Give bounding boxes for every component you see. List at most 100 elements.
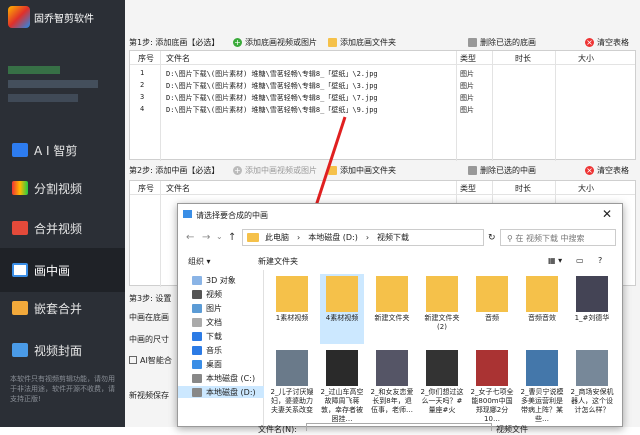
- delete-icon: [468, 165, 477, 175]
- file-item[interactable]: 2_过山车高空故障周飞蒋敦，幸存者被困挂…: [320, 348, 364, 428]
- tree-item-pictures[interactable]: 图片: [192, 302, 222, 314]
- close-icon[interactable]: ✕: [602, 207, 612, 221]
- path-breadcrumb[interactable]: 此电脑 › 本地磁盘 (D:) › 视频下载: [242, 229, 484, 246]
- video-thumbnail-icon: [576, 350, 608, 386]
- sidebar-item-label: 视频封面: [34, 343, 83, 358]
- table-header: 序号 文件名 类型 时长 大小: [130, 181, 635, 195]
- tree-item-videos[interactable]: 视频: [192, 288, 222, 300]
- add-bottom-video-button[interactable]: + 添加底画视频或图片: [233, 35, 317, 49]
- file-item[interactable]: 1_#刘德华: [570, 274, 614, 344]
- folder-icon: [326, 276, 358, 312]
- dialog-app-icon: [183, 210, 192, 218]
- blurred-info: [8, 66, 60, 74]
- video-thumbnail-icon: [526, 350, 558, 386]
- nest-icon: [12, 301, 28, 315]
- sidebar-item-nest[interactable]: 嵌套合并: [0, 286, 125, 330]
- table-row[interactable]: 4 D:\图片下载\(图片素材) 堆糖\雪茗轻畅\专辑8_「壁纸」\9.jpg 图片: [130, 104, 635, 115]
- up-icon[interactable]: ↑: [228, 232, 236, 243]
- video-thumbnail-icon: [376, 350, 408, 386]
- checkbox-icon: [129, 356, 137, 364]
- file-item[interactable]: 音频音效: [520, 274, 564, 344]
- video-icon: [192, 289, 202, 299]
- tree-item-drive-c[interactable]: 本地磁盘 (C:): [192, 372, 255, 384]
- organize-menu[interactable]: 组织 ▾: [188, 256, 211, 267]
- clear-table-button[interactable]: × 清空表格: [585, 35, 629, 49]
- ai-icon: [12, 143, 28, 157]
- search-input[interactable]: ⚲ 在 视频下载 中搜索: [500, 229, 616, 246]
- tree-item-drive-d[interactable]: 本地磁盘 (D:): [178, 386, 264, 398]
- sidebar-item-label: 画中画: [34, 263, 71, 278]
- tree-item-documents[interactable]: 文档: [192, 316, 222, 328]
- step3-label: 第3步: 设置: [129, 294, 172, 303]
- blurred-info: [8, 94, 78, 102]
- sidebar-item-label: A I 智剪: [34, 143, 78, 158]
- folder-icon: [476, 276, 508, 312]
- chevron-down-icon[interactable]: ⌄: [216, 232, 223, 241]
- sidebar-item-label: 嵌套合并: [34, 301, 83, 316]
- folder-icon: [526, 276, 558, 312]
- file-item[interactable]: 2_商场安保机器人，这个设计怎么样？: [570, 348, 614, 428]
- desktop-icon: [192, 359, 202, 369]
- new-folder-button[interactable]: 新建文件夹: [258, 256, 298, 267]
- delete-bottom-button[interactable]: 删除已选的底画: [468, 35, 536, 49]
- file-item[interactable]: 新建文件夹: [370, 274, 414, 344]
- preview-pane-icon[interactable]: ▭: [576, 256, 584, 265]
- table-row[interactable]: 1 D:\图片下载\(图片素材) 堆糖\雪茗轻畅\专辑8_「壁纸」\2.jpg 图片: [130, 68, 635, 79]
- filename-input[interactable]: [306, 423, 492, 431]
- sidebar: 固乔智剪软件 A I 智剪 分割视频 合并视频 画中画 嵌套合并 视频封面 本软…: [0, 0, 125, 427]
- help-icon[interactable]: ?: [598, 256, 602, 265]
- file-item[interactable]: 2_女子七项全能800m中国郑现娜2分10…: [470, 348, 514, 428]
- folder-icon: [376, 276, 408, 312]
- folder-icon: [247, 233, 259, 242]
- file-item[interactable]: 新建文件夹 (2): [420, 274, 464, 344]
- video-thumbnail-icon: [426, 350, 458, 386]
- tree-item-music[interactable]: 音乐: [192, 344, 222, 356]
- table-row[interactable]: 3 D:\图片下载\(图片素材) 堆糖\雪茗轻畅\专辑8_「壁纸」\7.jpg 图片: [130, 92, 635, 103]
- video-thumbnail-icon: [576, 276, 608, 312]
- filetype-select[interactable]: 视频文件: [496, 424, 528, 435]
- delete-mid-button[interactable]: 删除已选的中画: [468, 163, 536, 177]
- view-options-icon[interactable]: ▦ ▾: [548, 256, 562, 265]
- pip-position-label: 中画在底画: [129, 313, 169, 322]
- cover-icon: [12, 343, 28, 357]
- add-bottom-folder-button[interactable]: 添加底画文件夹: [328, 35, 396, 49]
- sidebar-item-merge[interactable]: 合并视频: [0, 206, 125, 250]
- file-item[interactable]: 2_你们想过这么一天吗？#量座#火: [420, 348, 464, 428]
- video-thumbnail-icon: [476, 350, 508, 386]
- drive-icon: [192, 373, 202, 383]
- folder-icon: [328, 37, 337, 47]
- sidebar-item-cover[interactable]: 视频封面: [0, 328, 125, 372]
- file-grid: 1素材视频 4素材视频 新建文件夹 新建文件夹 (2) 音频 音频音效 1_#刘…: [270, 274, 620, 428]
- sidebar-item-split[interactable]: 分割视频: [0, 166, 125, 210]
- table-row[interactable]: 2 D:\图片下载\(图片素材) 堆糖\雪茗轻畅\专辑8_「壁纸」\3.jpg 图片: [130, 80, 635, 91]
- music-icon: [192, 345, 202, 355]
- app-title: 固乔智剪软件: [34, 14, 94, 25]
- file-item[interactable]: 音频: [470, 274, 514, 344]
- file-item[interactable]: 2_和女友恋爱长到8年，退伍事，老师…: [370, 348, 414, 428]
- address-bar: ← → ⌄ ↑ 此电脑 › 本地磁盘 (D:) › 视频下载 ↻ ⚲ 在 视频下载 …: [178, 226, 624, 248]
- file-item[interactable]: 1素材视频: [270, 274, 314, 344]
- filename-row: 文件名(N): 视频文件: [178, 423, 624, 435]
- ai-checkbox[interactable]: AI智能合: [129, 355, 172, 366]
- plus-icon: +: [233, 37, 242, 47]
- merge-icon: [12, 221, 28, 235]
- file-item[interactable]: 2_儿子讨厌嫂妇，婆婆助力夫妻关系改变: [270, 348, 314, 428]
- tree-item-3d[interactable]: 3D 对象: [192, 274, 236, 286]
- file-item[interactable]: 2_曹贝宁说模多美运营利是带病上阵？某些…: [520, 348, 564, 428]
- back-icon[interactable]: ←: [186, 232, 194, 243]
- video-thumbnail-icon: [326, 350, 358, 386]
- delete-icon: [468, 37, 477, 47]
- tree-item-desktop[interactable]: 桌面: [192, 358, 222, 370]
- close-icon: ×: [585, 165, 594, 175]
- forward-icon[interactable]: →: [202, 232, 210, 243]
- sidebar-item-label: 分割视频: [34, 181, 83, 196]
- picture-icon: [192, 303, 202, 313]
- clear-table-button[interactable]: × 清空表格: [585, 163, 629, 177]
- save-label: 新视频保存: [129, 391, 169, 400]
- filename-label: 文件名(N):: [258, 425, 297, 434]
- file-item[interactable]: 4素材视频: [320, 274, 364, 344]
- table-header: 序号 文件名 类型 时长 大小: [130, 51, 635, 65]
- refresh-icon[interactable]: ↻: [488, 233, 496, 243]
- cube-icon: [192, 275, 202, 285]
- tree-item-downloads[interactable]: 下载: [192, 330, 222, 342]
